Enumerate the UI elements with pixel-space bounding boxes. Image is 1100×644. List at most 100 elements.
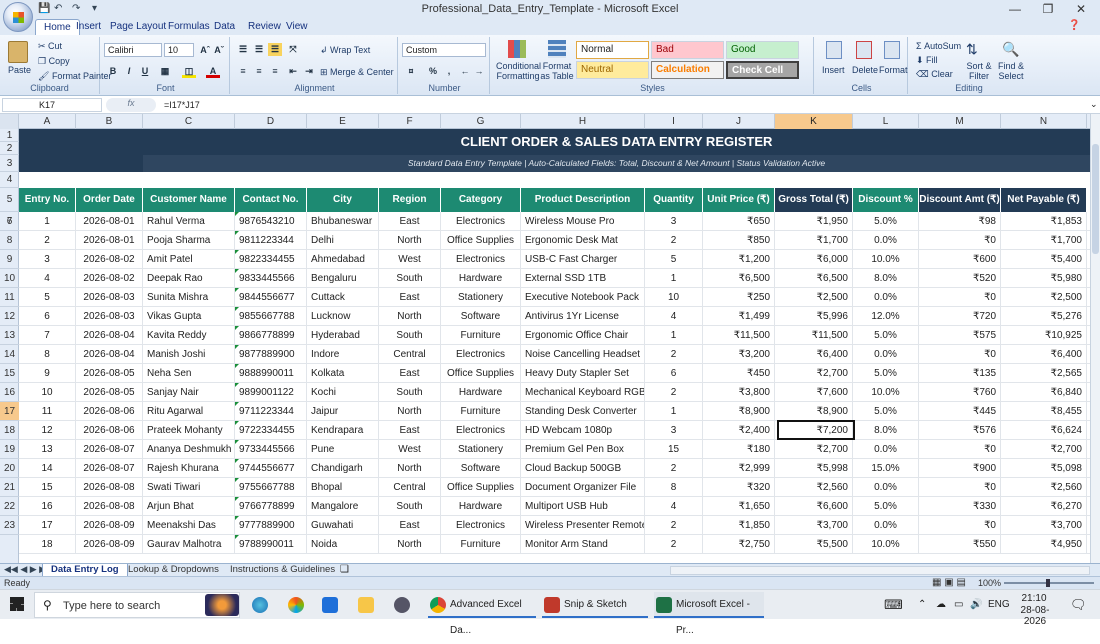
taskbar-app-snip[interactable]: Snip & Sketch: [542, 592, 648, 618]
table-cell[interactable]: 9744556677: [235, 459, 307, 478]
find-select-button[interactable]: Find & Select: [996, 61, 1026, 81]
paste-icon[interactable]: [8, 41, 28, 63]
format-painter-button[interactable]: 🖌 Format Painter: [38, 71, 111, 82]
table-cell[interactable]: 5.0%: [853, 326, 919, 345]
table-cell[interactable]: 5.0%: [853, 402, 919, 421]
decrease-indent-icon[interactable]: ⇤: [286, 65, 300, 78]
table-cell[interactable]: 1: [645, 402, 703, 421]
table-cell[interactable]: ₹5,276: [1001, 307, 1087, 326]
table-cell[interactable]: ₹6,840: [1001, 383, 1087, 402]
table-cell[interactable]: Gaurav Malhotra: [143, 535, 235, 554]
table-cell[interactable]: ₹0: [919, 516, 1001, 535]
table-cell[interactable]: 15: [19, 478, 76, 497]
table-cell[interactable]: Electronics: [441, 345, 521, 364]
merge-center-button[interactable]: ⊞ Merge & Center: [320, 67, 394, 78]
font-name-select[interactable]: Calibri: [104, 43, 162, 57]
table-cell[interactable]: ₹2,565: [1001, 364, 1087, 383]
number-format-select[interactable]: Custom: [402, 43, 486, 57]
table-cell[interactable]: ₹6,500: [775, 269, 853, 288]
table-cell[interactable]: North: [379, 231, 441, 250]
table-cell[interactable]: Ergonomic Desk Mat: [521, 231, 645, 250]
table-cell[interactable]: ₹8,900: [703, 402, 775, 421]
table-cell[interactable]: ₹900: [919, 459, 1001, 478]
align-center-icon[interactable]: ≡: [252, 65, 266, 78]
table-cell[interactable]: Stationery: [441, 440, 521, 459]
table-cell[interactable]: Manish Joshi: [143, 345, 235, 364]
table-cell[interactable]: West: [379, 250, 441, 269]
style-check-cell[interactable]: Check Cell: [726, 61, 799, 79]
table-cell[interactable]: ₹2,560: [775, 478, 853, 497]
table-cell[interactable]: Furniture: [441, 326, 521, 345]
table-cell[interactable]: 2026-08-03: [76, 307, 143, 326]
table-header-cell[interactable]: Category: [441, 188, 521, 212]
row-header-7[interactable]: 7: [0, 212, 19, 231]
table-cell[interactable]: 9877889900: [235, 345, 307, 364]
table-cell[interactable]: 5.0%: [853, 212, 919, 231]
table-cell[interactable]: Delhi: [307, 231, 379, 250]
table-cell[interactable]: ₹3,700: [1001, 516, 1087, 535]
table-cell[interactable]: 8.0%: [853, 421, 919, 440]
table-cell[interactable]: 18: [19, 535, 76, 554]
table-cell[interactable]: Chandigarh: [307, 459, 379, 478]
table-cell[interactable]: Neha Sen: [143, 364, 235, 383]
table-cell[interactable]: 0.0%: [853, 345, 919, 364]
table-cell[interactable]: ₹2,700: [775, 440, 853, 459]
increase-indent-icon[interactable]: ⇥: [302, 65, 316, 78]
restore-icon[interactable]: ❐: [1033, 2, 1063, 16]
table-cell[interactable]: ₹550: [919, 535, 1001, 554]
vertical-scrollbar[interactable]: [1090, 114, 1100, 563]
table-cell[interactable]: 2026-08-06: [76, 402, 143, 421]
table-cell[interactable]: 3: [645, 212, 703, 231]
table-cell[interactable]: ₹850: [703, 231, 775, 250]
row-header-5[interactable]: 5: [0, 188, 19, 212]
table-cell[interactable]: 2026-08-02: [76, 269, 143, 288]
table-cell[interactable]: Vikas Gupta: [143, 307, 235, 326]
table-cell[interactable]: 2026-08-04: [76, 326, 143, 345]
align-bottom-icon[interactable]: ☰: [268, 43, 282, 56]
table-cell[interactable]: 2: [645, 459, 703, 478]
table-cell[interactable]: Guwahati: [307, 516, 379, 535]
row-header-11[interactable]: 11: [0, 288, 19, 307]
table-cell[interactable]: ₹8,455: [1001, 402, 1087, 421]
column-header-k[interactable]: K: [775, 114, 853, 129]
style-calculation[interactable]: Calculation: [651, 61, 724, 79]
table-cell[interactable]: 2026-08-06: [76, 421, 143, 440]
table-cell[interactable]: Software: [441, 307, 521, 326]
redo-icon[interactable]: ↷: [72, 3, 80, 14]
table-header-cell[interactable]: Unit Price (₹): [703, 188, 775, 212]
table-cell[interactable]: 3: [645, 421, 703, 440]
table-cell[interactable]: 4: [19, 269, 76, 288]
table-cell[interactable]: North: [379, 402, 441, 421]
table-cell[interactable]: ₹1,850: [703, 516, 775, 535]
column-header-h[interactable]: H: [521, 114, 645, 129]
sort-filter-button[interactable]: Sort & Filter: [964, 61, 994, 81]
table-cell[interactable]: 2026-08-05: [76, 364, 143, 383]
expand-formula-icon[interactable]: ⌄: [1090, 99, 1098, 110]
table-header-cell[interactable]: City: [307, 188, 379, 212]
row-header-20[interactable]: 20: [0, 459, 19, 478]
table-cell[interactable]: 2026-08-05: [76, 383, 143, 402]
row-header-19[interactable]: 19: [0, 440, 19, 459]
table-cell[interactable]: Rajesh Khurana: [143, 459, 235, 478]
table-cell[interactable]: ₹6,400: [1001, 345, 1087, 364]
borders-icon[interactable]: ▦: [158, 65, 172, 78]
table-cell[interactable]: 7: [19, 326, 76, 345]
formula-input[interactable]: =I17*J17: [160, 98, 1085, 112]
table-cell[interactable]: 5.0%: [853, 497, 919, 516]
language-indicator[interactable]: ENG: [988, 594, 1010, 616]
sort-filter-icon[interactable]: ⇅: [966, 41, 978, 58]
table-cell[interactable]: 16: [19, 497, 76, 516]
table-cell[interactable]: ₹10,925: [1001, 326, 1087, 345]
table-cell[interactable]: Furniture: [441, 402, 521, 421]
table-cell[interactable]: ₹445: [919, 402, 1001, 421]
table-cell[interactable]: Meenakshi Das: [143, 516, 235, 535]
table-cell[interactable]: Pooja Sharma: [143, 231, 235, 250]
table-cell[interactable]: 9899001122: [235, 383, 307, 402]
fill-button[interactable]: ⬇ Fill: [916, 55, 938, 66]
view-normal-icon[interactable]: ▦ ▣ ▤: [932, 577, 966, 588]
wrap-text-button[interactable]: ↲ Wrap Text: [320, 45, 370, 56]
table-cell[interactable]: ₹6,624: [1001, 421, 1087, 440]
paste-button[interactable]: Paste: [8, 65, 31, 75]
table-cell[interactable]: 2026-08-04: [76, 345, 143, 364]
table-cell[interactable]: ₹6,270: [1001, 497, 1087, 516]
